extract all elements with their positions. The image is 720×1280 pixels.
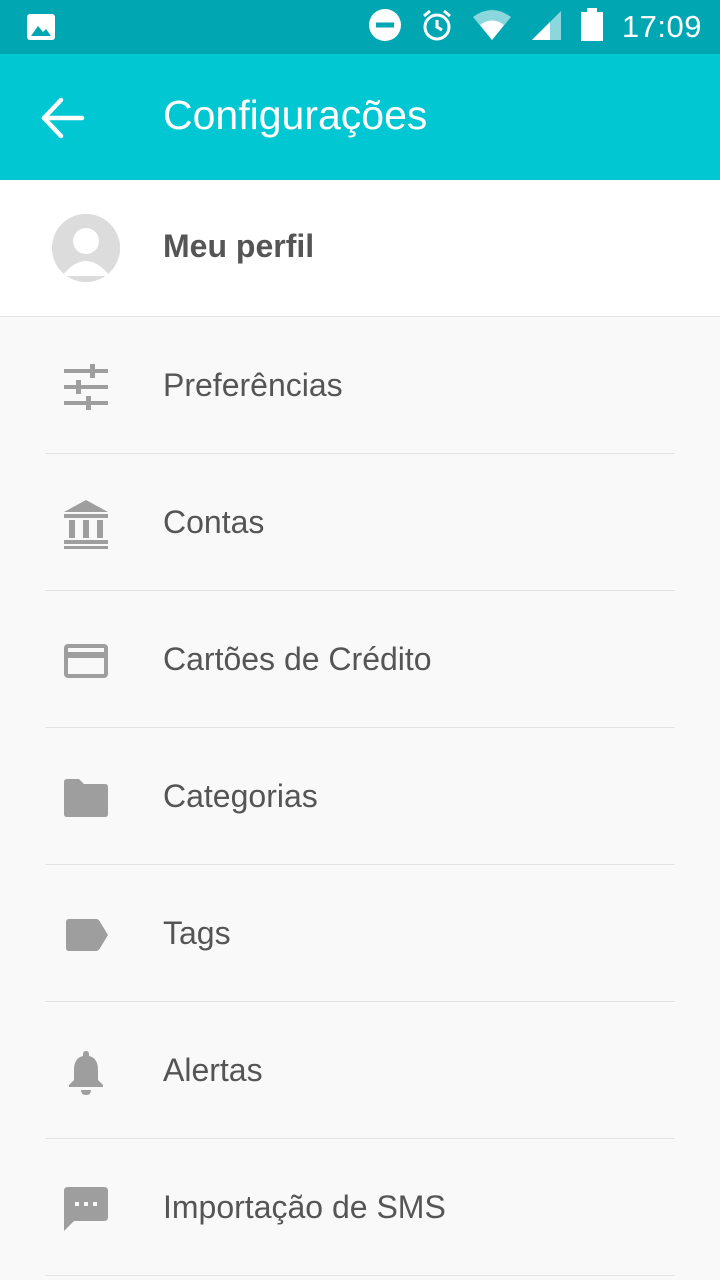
battery-icon	[580, 7, 604, 47]
credit-card-icon	[60, 635, 112, 687]
status-bar: 17:09	[0, 0, 720, 54]
image-icon	[26, 13, 56, 46]
cell-signal-icon	[530, 9, 562, 46]
menu-item-label: Categorias	[163, 778, 318, 814]
profile-label: Meu perfil	[163, 228, 315, 264]
alarm-icon	[420, 8, 454, 47]
menu-item-tags[interactable]: Tags	[0, 865, 720, 1002]
menu-item-cartoes[interactable]: Cartões de Crédito	[0, 591, 720, 728]
tune-icon	[60, 361, 112, 413]
menu-item-label: Tags	[163, 915, 231, 951]
do-not-disturb-icon	[368, 8, 402, 47]
menu-item-categorias[interactable]: Categorias	[0, 728, 720, 865]
status-clock: 17:09	[621, 9, 702, 44]
menu-item-preferencias[interactable]: Preferências	[0, 317, 720, 454]
avatar-icon	[52, 214, 120, 282]
settings-menu: Preferências Contas Cartões de Crédito C…	[0, 317, 720, 1276]
profile-row[interactable]: Meu perfil	[0, 180, 720, 317]
menu-item-label: Preferências	[163, 367, 343, 403]
app-bar: Configurações	[0, 54, 720, 180]
bell-icon	[60, 1046, 112, 1098]
menu-item-importacao-sms[interactable]: Importação de SMS	[0, 1139, 720, 1276]
folder-icon	[60, 772, 112, 824]
wifi-icon	[472, 9, 512, 46]
page-title: Configurações	[163, 92, 428, 138]
menu-item-contas[interactable]: Contas	[0, 454, 720, 591]
menu-item-label: Alertas	[163, 1052, 263, 1088]
menu-item-label: Cartões de Crédito	[163, 641, 432, 677]
menu-item-label: Importação de SMS	[163, 1189, 446, 1225]
divider	[45, 1275, 675, 1276]
menu-item-label: Contas	[163, 504, 265, 540]
bank-icon	[60, 498, 112, 550]
tag-icon	[60, 909, 112, 961]
arrow-back-icon[interactable]	[38, 94, 88, 142]
sms-icon	[60, 1183, 112, 1235]
menu-item-alertas[interactable]: Alertas	[0, 1002, 720, 1139]
